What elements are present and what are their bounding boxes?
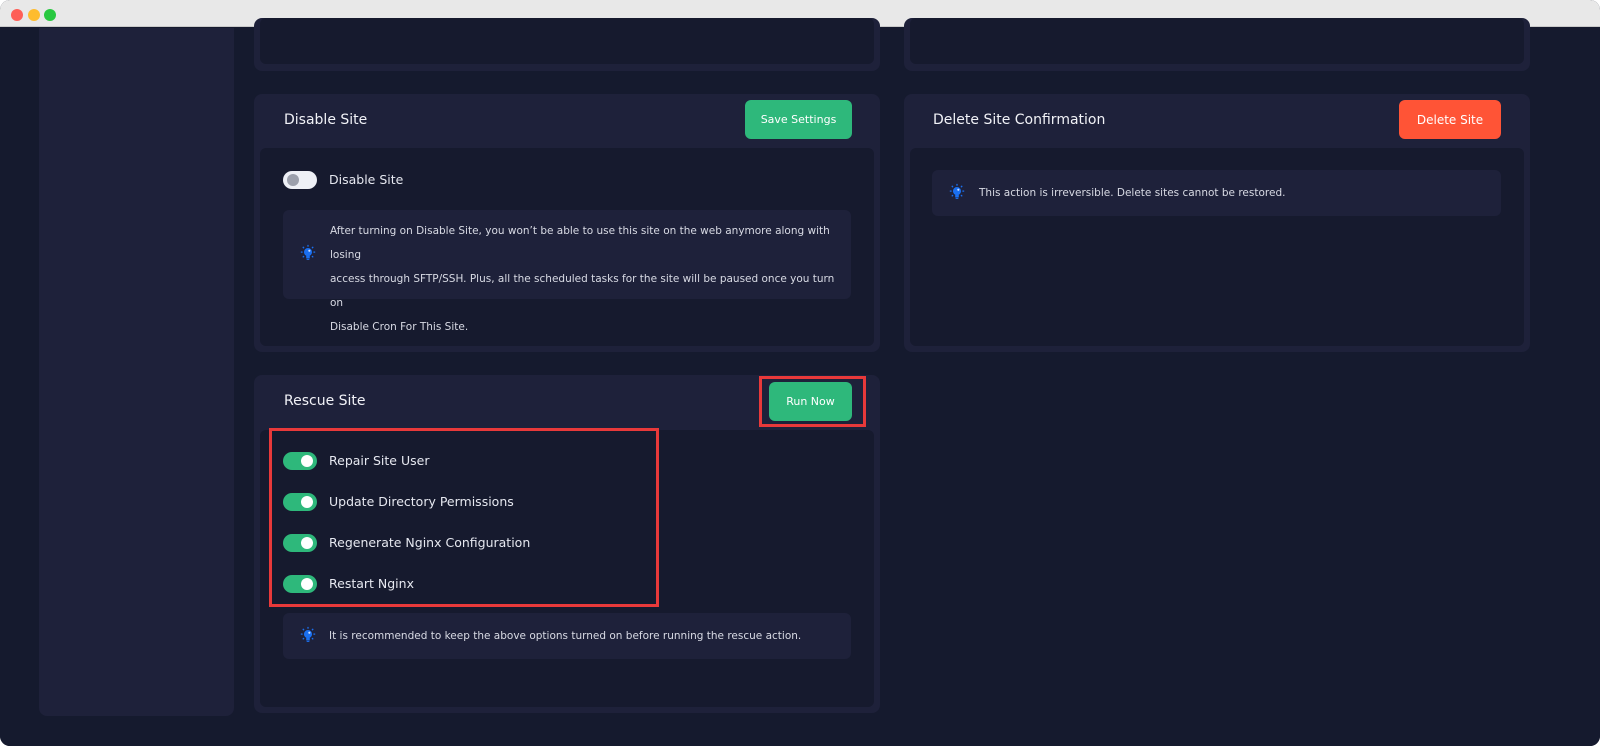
- delete-site-notice: This action is irreversible. Delete site…: [932, 170, 1501, 216]
- disable-site-body: Disable Site After turning on Disable Si…: [260, 148, 874, 346]
- rescue-site-notice: It is recommended to keep the above opti…: [283, 613, 851, 659]
- zoom-window-button[interactable]: [44, 9, 56, 21]
- delete-site-card: Delete Site Confirmation Delete Site Thi…: [904, 94, 1530, 352]
- previous-card-left: [254, 18, 880, 71]
- toggle-knob: [301, 578, 313, 590]
- disable-site-notice: After turning on Disable Site, you won’t…: [283, 210, 851, 333]
- browser-window: Disable Site Save Settings Disable Site: [0, 0, 1600, 746]
- regenerate-nginx-configuration-toggle[interactable]: [283, 534, 317, 552]
- disable-site-toggle[interactable]: [283, 171, 317, 189]
- rescue-site-body: Repair Site User Update Directory Permis…: [260, 430, 874, 707]
- notice-line: Disable Cron For This Site.: [330, 321, 469, 333]
- notice-line: After turning on Disable Site, you won’t…: [330, 225, 830, 261]
- regenerate-nginx-configuration-label: Regenerate Nginx Configuration: [329, 535, 531, 550]
- notice-line: access through SFTP/SSH. Plus, all the s…: [330, 273, 835, 309]
- restart-nginx-label: Restart Nginx: [329, 576, 414, 591]
- disable-site-toggle-label: Disable Site: [329, 172, 404, 187]
- restart-nginx-toggle[interactable]: [283, 575, 317, 593]
- delete-site-notice-text: This action is irreversible. Delete site…: [979, 187, 1286, 199]
- update-directory-permissions-toggle[interactable]: [283, 493, 317, 511]
- page-content: Disable Site Save Settings Disable Site: [0, 18, 1600, 746]
- toggle-knob: [301, 455, 313, 467]
- save-settings-button[interactable]: Save Settings: [745, 100, 852, 139]
- disable-site-notice-text: After turning on Disable Site, you won’t…: [330, 219, 850, 339]
- close-window-button[interactable]: [11, 9, 23, 21]
- delete-site-title: Delete Site Confirmation: [933, 112, 1106, 128]
- toggle-knob: [301, 537, 313, 549]
- update-directory-permissions-label: Update Directory Permissions: [329, 494, 514, 509]
- disable-site-title: Disable Site: [284, 112, 368, 128]
- lightbulb-icon: [300, 626, 316, 642]
- run-now-button[interactable]: Run Now: [769, 382, 852, 421]
- rescue-site-title: Rescue Site: [284, 393, 366, 409]
- toggle-knob: [301, 496, 313, 508]
- delete-site-body: This action is irreversible. Delete site…: [910, 148, 1524, 346]
- rescue-site-notice-text: It is recommended to keep the above opti…: [329, 630, 802, 642]
- disable-site-card: Disable Site Save Settings Disable Site: [254, 94, 880, 352]
- previous-card-right: [904, 18, 1530, 71]
- repair-site-user-label: Repair Site User: [329, 453, 430, 468]
- lightbulb-icon: [300, 244, 316, 260]
- sidebar: [39, 28, 234, 716]
- minimize-window-button[interactable]: [28, 9, 40, 21]
- delete-site-button[interactable]: Delete Site: [1399, 100, 1501, 139]
- repair-site-user-toggle[interactable]: [283, 452, 317, 470]
- lightbulb-icon: [949, 183, 965, 199]
- rescue-site-card: Rescue Site Run Now Repair Site User Upd…: [254, 375, 880, 713]
- toggle-knob: [287, 174, 299, 186]
